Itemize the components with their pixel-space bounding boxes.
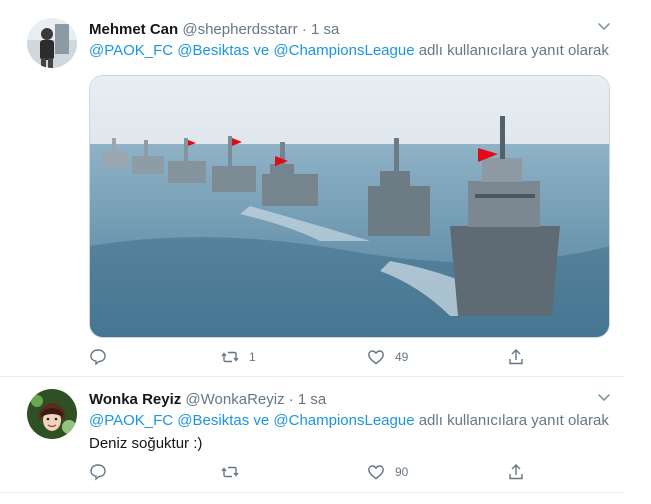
share-button[interactable] [507,347,525,367]
tweet-image[interactable] [89,75,610,338]
share-icon [509,349,523,365]
retweet-button[interactable] [221,462,249,482]
like-button[interactable]: 90 [367,462,408,482]
reply-icon [90,349,106,366]
retweet-icon [221,466,239,478]
reply-button[interactable] [89,347,117,367]
tweet-actions: 90 [89,462,529,482]
user-handle[interactable]: @shepherdsstarr [182,21,297,38]
tweet-actions: 1 49 [89,347,529,367]
like-icon [368,465,384,480]
reply-mentions[interactable]: @PAOK_FC @Besiktas ve @ChampionsLeague [89,412,415,429]
retweet-count: 1 [249,350,256,364]
reply-icon [90,464,106,481]
chevron-down-icon[interactable] [597,22,611,32]
reply-suffix: adlı kullanıcılara yanıt olarak [418,42,609,59]
like-icon [368,350,384,365]
avatar[interactable] [27,18,77,68]
like-button[interactable]: 49 [367,347,408,367]
reply-context: @PAOK_FC @Besiktas ve @ChampionsLeague a… [89,42,609,59]
tweet-header: Mehmet Can @shepherdsstarr · 1 sa [89,21,339,38]
like-count: 49 [395,350,409,364]
display-name[interactable]: Mehmet Can [89,21,178,38]
chevron-down-icon[interactable] [597,393,611,403]
timestamp[interactable]: · 1 sa [302,21,340,38]
like-count: 90 [395,465,409,479]
tweet-2[interactable]: Wonka Reyiz @WonkaReyiz · 1 sa @PAOK_FC … [0,377,625,493]
share-icon [509,464,523,480]
reply-mentions[interactable]: @PAOK_FC @Besiktas ve @ChampionsLeague [89,42,415,59]
tweet-header: Wonka Reyiz @WonkaReyiz · 1 sa [89,391,326,408]
avatar[interactable] [27,389,77,439]
reply-context: @PAOK_FC @Besiktas ve @ChampionsLeague a… [89,412,609,429]
user-handle[interactable]: @WonkaReyiz [185,391,284,408]
retweet-button[interactable]: 1 [221,347,256,367]
reply-suffix: adlı kullanıcılara yanıt olarak [418,412,609,429]
tweet-text: Deniz soğuktur :) [89,435,203,452]
retweet-icon [221,351,239,363]
reply-button[interactable] [89,462,117,482]
ships-image [90,76,609,337]
tweet-1[interactable]: Mehmet Can @shepherdsstarr · 1 sa @PAOK_… [0,0,625,377]
timestamp[interactable]: · 1 sa [289,391,327,408]
share-button[interactable] [507,462,525,482]
display-name[interactable]: Wonka Reyiz [89,391,181,408]
